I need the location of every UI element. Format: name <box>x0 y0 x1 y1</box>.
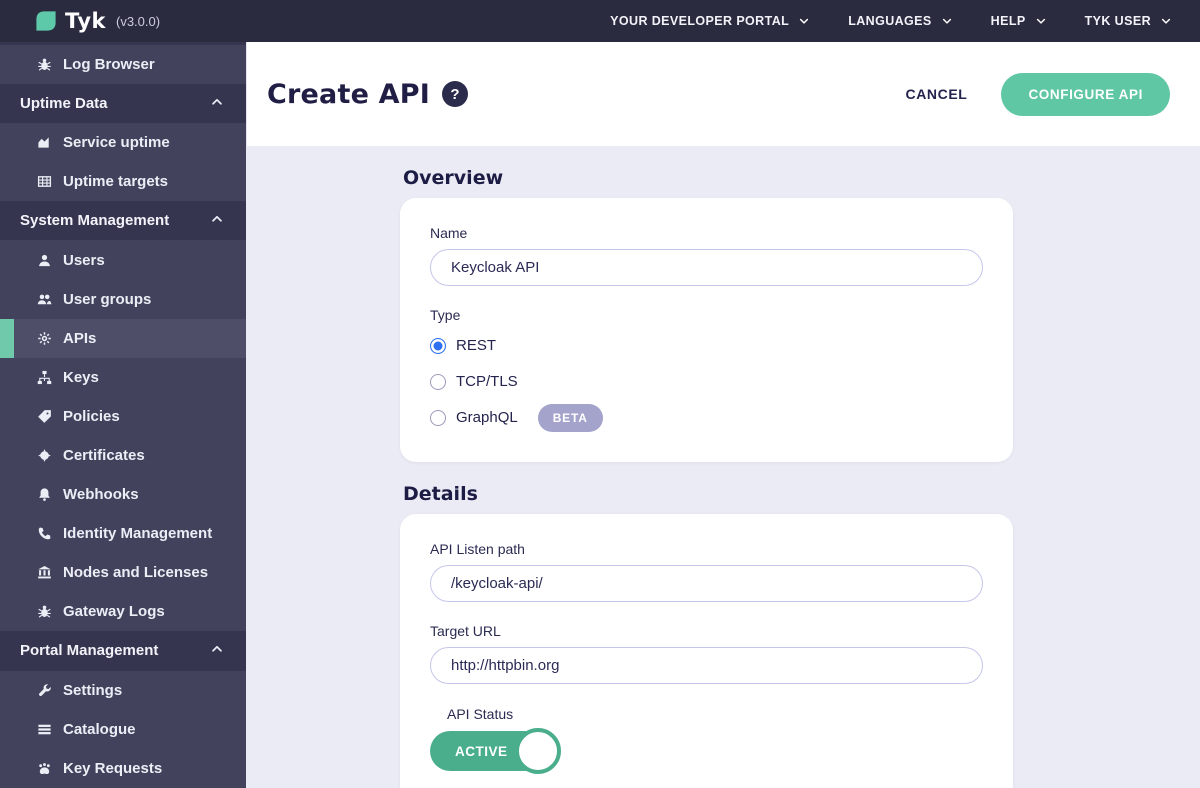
details-heading: Details <box>403 483 478 505</box>
radio-icon[interactable] <box>430 409 446 426</box>
sidebar-item-policies[interactable]: Policies <box>0 396 246 436</box>
page-body: Overview Name Type REST TCP/TLS <box>246 146 1200 788</box>
sidebar-item-catalogue[interactable]: Catalogue <box>0 709 246 749</box>
listen-path-input[interactable] <box>430 565 983 602</box>
chevron-up-icon <box>210 642 224 660</box>
page-title: Create API <box>267 78 431 110</box>
paw-icon <box>36 760 52 776</box>
sidebar-section-uptime-data[interactable]: Uptime Data <box>0 84 246 124</box>
wrench-icon <box>36 682 52 698</box>
sitemap-icon <box>36 369 52 385</box>
chevron-down-icon <box>1160 15 1172 27</box>
radio-selected-icon[interactable] <box>430 337 446 354</box>
radio-icon[interactable] <box>430 373 446 390</box>
menu-tyk-user[interactable]: TYK USER <box>1085 14 1172 28</box>
logo-text: Tyk <box>65 8 106 33</box>
sidebar-item-settings[interactable]: Settings <box>0 670 246 710</box>
target-url-label: Target URL <box>430 623 501 639</box>
type-label: Type <box>430 307 461 323</box>
sidebar-item-webhooks[interactable]: Webhooks <box>0 475 246 515</box>
overview-card: Name Type REST TCP/TLS <box>400 198 1013 462</box>
chevron-up-icon <box>210 95 224 113</box>
sidebar-item-users[interactable]: Users <box>0 240 246 280</box>
tyk-leaf-icon <box>34 9 58 33</box>
details-card: API Listen path Target URL API Status AC… <box>400 514 1013 788</box>
tyk-logo[interactable]: Tyk (v3.0.0) <box>34 9 160 33</box>
beta-badge: BETA <box>537 403 603 432</box>
sidebar-item-gateway-logs[interactable]: Gateway Logs <box>0 592 246 632</box>
type-option-rest[interactable]: REST <box>430 331 983 360</box>
user-icon <box>36 252 52 268</box>
menu-help[interactable]: HELP <box>991 14 1047 28</box>
certificate-icon <box>36 447 52 463</box>
api-status-label: API Status <box>447 706 514 722</box>
area-chart-icon <box>36 135 52 151</box>
sidebar-item-key-requests[interactable]: Key Requests <box>0 748 246 788</box>
bug-icon <box>36 604 52 620</box>
app-version: (v3.0.0) <box>116 13 161 29</box>
sidebar-item-uptime-targets[interactable]: Uptime targets <box>0 162 246 202</box>
overview-heading: Overview <box>403 167 504 189</box>
users-icon <box>36 291 52 307</box>
phone-icon <box>36 526 52 542</box>
sidebar-item-user-groups[interactable]: User groups <box>0 279 246 319</box>
help-icon[interactable]: ? <box>442 81 469 107</box>
sidebar: Log Browser Uptime Data Service uptime U… <box>0 42 246 788</box>
sidebar-item-nodes-and-licenses[interactable]: Nodes and Licenses <box>0 553 246 593</box>
toggle-state-label: ACTIVE <box>455 743 508 759</box>
listen-path-label: API Listen path <box>430 541 525 557</box>
cancel-button[interactable]: CANCEL <box>906 86 968 102</box>
name-label: Name <box>430 225 468 241</box>
cog-icon <box>36 330 52 346</box>
sidebar-item-log-browser[interactable]: Log Browser <box>0 45 246 85</box>
topbar: Tyk (v3.0.0) YOUR DEVELOPER PORTAL LANGU… <box>0 0 1200 42</box>
target-url-input[interactable] <box>430 647 983 684</box>
table-icon <box>36 174 52 190</box>
sidebar-item-apis[interactable]: APIs <box>0 318 246 358</box>
menu-languages[interactable]: LANGUAGES <box>848 14 952 28</box>
chevron-down-icon <box>941 15 953 27</box>
header-actions: CANCEL CONFIGURE API <box>906 72 1170 116</box>
sidebar-item-identity-management[interactable]: Identity Management <box>0 514 246 554</box>
list-icon <box>36 721 52 737</box>
type-option-tcp-tls[interactable]: TCP/TLS <box>430 367 983 396</box>
sidebar-section-portal-management[interactable]: Portal Management <box>0 631 246 671</box>
sidebar-item-certificates[interactable]: Certificates <box>0 435 246 476</box>
sidebar-item-service-uptime[interactable]: Service uptime <box>0 123 246 163</box>
type-option-graphql[interactable]: GraphQL BETA <box>430 403 983 432</box>
bank-icon <box>36 565 52 581</box>
bell-icon <box>36 487 52 503</box>
tyk-dashboard: Tyk (v3.0.0) YOUR DEVELOPER PORTAL LANGU… <box>0 0 1200 788</box>
topnav: YOUR DEVELOPER PORTAL LANGUAGES HELP TYK… <box>610 14 1172 28</box>
bug-icon <box>36 57 52 73</box>
page-header: Create API ? CANCEL CONFIGURE API <box>246 42 1200 146</box>
chevron-up-icon <box>210 212 224 230</box>
configure-api-button[interactable]: CONFIGURE API <box>1001 72 1170 116</box>
toggle-knob[interactable] <box>515 728 561 774</box>
api-name-input[interactable] <box>430 249 983 286</box>
active-indicator <box>0 318 14 358</box>
menu-developer-portal[interactable]: YOUR DEVELOPER PORTAL <box>610 14 810 28</box>
api-status-toggle[interactable]: ACTIVE <box>430 728 561 774</box>
sidebar-item-keys[interactable]: Keys <box>0 357 246 397</box>
tag-icon <box>36 408 52 424</box>
sidebar-section-system-management[interactable]: System Management <box>0 201 246 241</box>
chevron-down-icon <box>798 15 810 27</box>
chevron-down-icon <box>1035 15 1047 27</box>
